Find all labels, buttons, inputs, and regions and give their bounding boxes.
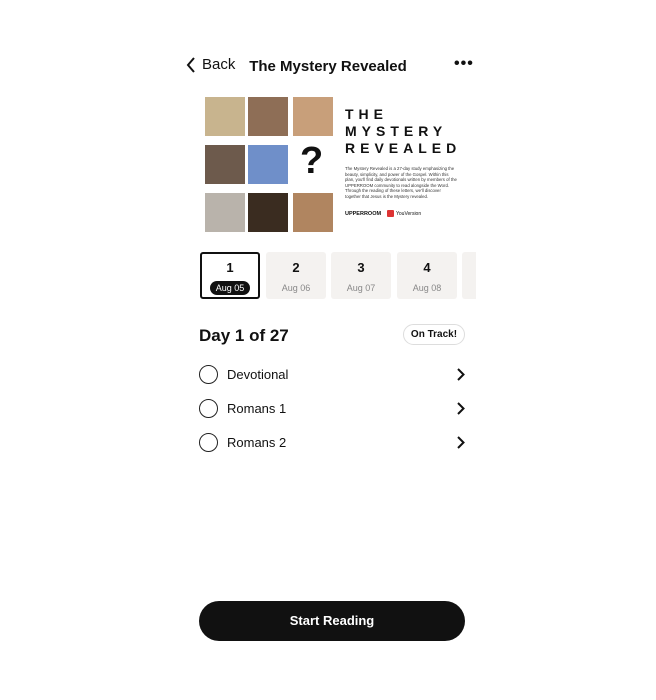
day-number: 3 <box>357 260 365 275</box>
cover-photo <box>248 145 288 184</box>
day-date: Aug 05 <box>209 281 251 295</box>
chevron-right-icon <box>457 401 465 415</box>
status-badge: On Track! <box>403 324 465 345</box>
cover-photo <box>248 193 288 232</box>
chevron-right-icon <box>457 367 465 381</box>
day-date: Aug 08 <box>412 283 442 293</box>
youversion-logo: YouVersion <box>387 210 421 217</box>
reading-label: Devotional <box>227 366 289 382</box>
more-options-button[interactable]: ••• <box>454 55 474 73</box>
cover-photo <box>293 97 333 136</box>
cover-photo <box>205 145 245 184</box>
cover-title-line: THE <box>345 106 388 122</box>
day-number: 4 <box>423 260 431 275</box>
day-tab-1[interactable]: 1 Aug 05 <box>200 252 260 299</box>
reading-item-devotional[interactable]: Devotional <box>199 363 465 385</box>
cover-photo <box>293 193 333 232</box>
cover-title: THE MYSTERY REVEALED <box>345 106 461 157</box>
cover-title-line: REVEALED <box>345 140 462 156</box>
cover-photo <box>205 193 245 232</box>
reading-label: Romans 1 <box>227 400 287 416</box>
day-date: Aug 07 <box>346 283 376 293</box>
cover-photo <box>205 97 245 136</box>
day-number: 2 <box>292 260 300 275</box>
youversion-label: YouVersion <box>396 210 422 217</box>
day-progress-label: Day 1 of 27 <box>199 326 289 345</box>
cover-description: The Mystery Revealed is a 27-day study e… <box>345 166 457 199</box>
page-title: The Mystery Revealed <box>249 58 407 75</box>
day-number: 1 <box>226 260 234 275</box>
day-date: Aug 06 <box>281 283 311 293</box>
day-tab-3[interactable]: 3 Aug 07 <box>331 252 391 299</box>
bible-icon <box>387 210 394 217</box>
checkbox-circle-icon[interactable] <box>199 364 218 384</box>
chevron-right-icon <box>457 435 465 449</box>
reading-item-romans-2[interactable]: Romans 2 <box>199 431 465 453</box>
checkbox-circle-icon[interactable] <box>199 398 218 418</box>
question-mark: ? <box>300 140 324 182</box>
day-tab-2[interactable]: 2 Aug 06 <box>266 252 326 299</box>
cover-photo <box>248 97 288 136</box>
day-tab-4[interactable]: 4 Aug 08 <box>397 252 457 299</box>
upperroom-logo: UPPERROOM <box>345 211 382 217</box>
reading-label: Romans 2 <box>227 434 287 450</box>
reading-item-romans-1[interactable]: Romans 1 <box>199 397 465 419</box>
cover-title-line: MYSTERY <box>345 123 448 139</box>
start-reading-button[interactable]: Start Reading <box>199 601 465 641</box>
day-tab-5[interactable] <box>462 252 476 299</box>
checkbox-circle-icon[interactable] <box>199 432 218 452</box>
